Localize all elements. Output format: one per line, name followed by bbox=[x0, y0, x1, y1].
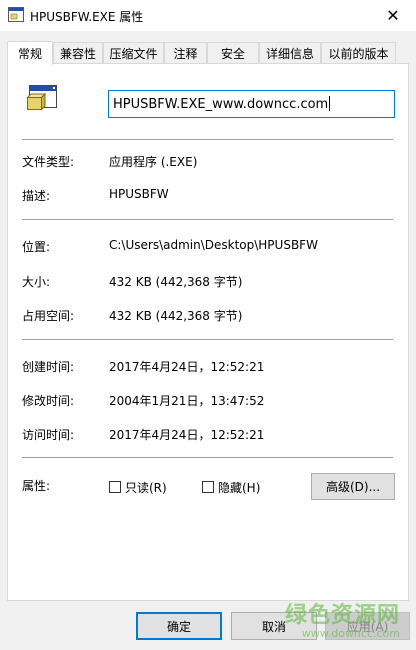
hidden-label[interactable]: 隐藏(H) bbox=[218, 479, 260, 496]
divider bbox=[22, 457, 393, 458]
file-type-value: 应用程序 (.EXE) bbox=[109, 155, 198, 169]
tab-security[interactable]: 安全 bbox=[207, 42, 259, 64]
text-caret bbox=[329, 96, 331, 111]
divider bbox=[22, 339, 393, 340]
attributes-label: 属性: bbox=[22, 479, 51, 493]
divider bbox=[22, 139, 393, 140]
file-type-label: 文件类型: bbox=[22, 155, 75, 169]
hidden-checkbox[interactable] bbox=[202, 481, 214, 493]
description-value: HPUSBFW bbox=[109, 187, 169, 201]
window-title: HPUSBFW.EXE 属性 bbox=[30, 10, 144, 24]
tab-comments[interactable]: 注释 bbox=[164, 42, 207, 64]
tab-archive[interactable]: 压缩文件 bbox=[103, 42, 164, 64]
tab-details[interactable]: 详细信息 bbox=[259, 42, 321, 64]
location-value: C:\Users\admin\Desktop\HPUSBFW bbox=[109, 238, 318, 252]
cancel-button[interactable]: 取消 bbox=[231, 612, 317, 640]
apply-button[interactable]: 应用(A) bbox=[325, 612, 410, 640]
tab-strip: 常规 兼容性 压缩文件 注释 安全 详细信息 以前的版本 bbox=[7, 41, 409, 65]
tab-compatibility[interactable]: 兼容性 bbox=[53, 42, 103, 64]
application-icon bbox=[8, 7, 24, 22]
accessed-value: 2017年4月24日，12:52:21 bbox=[109, 428, 265, 442]
advanced-button[interactable]: 高级(D)... bbox=[311, 473, 395, 500]
modified-label: 修改时间: bbox=[22, 394, 75, 408]
tab-previous-versions[interactable]: 以前的版本 bbox=[321, 42, 396, 64]
close-button[interactable]: ✕ bbox=[370, 0, 416, 31]
description-label: 描述: bbox=[22, 189, 51, 203]
exe-file-icon bbox=[26, 85, 57, 111]
accessed-label: 访问时间: bbox=[22, 428, 75, 442]
size-value: 432 KB (442,368 字节) bbox=[109, 275, 243, 289]
size-label: 大小: bbox=[22, 275, 51, 289]
location-label: 位置: bbox=[22, 240, 51, 254]
modified-value: 2004年1月21日，13:47:52 bbox=[109, 394, 265, 408]
general-tab-panel: HPUSBFW.EXE_www.downcc.com 文件类型: 应用程序 (.… bbox=[7, 63, 409, 601]
created-value: 2017年4月24日，12:52:21 bbox=[109, 360, 265, 374]
disk-size-value: 432 KB (442,368 字节) bbox=[109, 309, 243, 323]
close-icon: ✕ bbox=[386, 6, 400, 25]
file-name-input[interactable]: HPUSBFW.EXE_www.downcc.com bbox=[108, 90, 395, 118]
readonly-checkbox[interactable] bbox=[109, 481, 121, 493]
title-bar: HPUSBFW.EXE 属性 ✕ bbox=[0, 0, 416, 31]
ok-button[interactable]: 确定 bbox=[136, 612, 222, 640]
disk-size-label: 占用空间: bbox=[22, 309, 75, 323]
created-label: 创建时间: bbox=[22, 360, 75, 374]
divider bbox=[22, 219, 393, 220]
tab-general[interactable]: 常规 bbox=[7, 41, 53, 65]
readonly-label[interactable]: 只读(R) bbox=[125, 479, 167, 496]
